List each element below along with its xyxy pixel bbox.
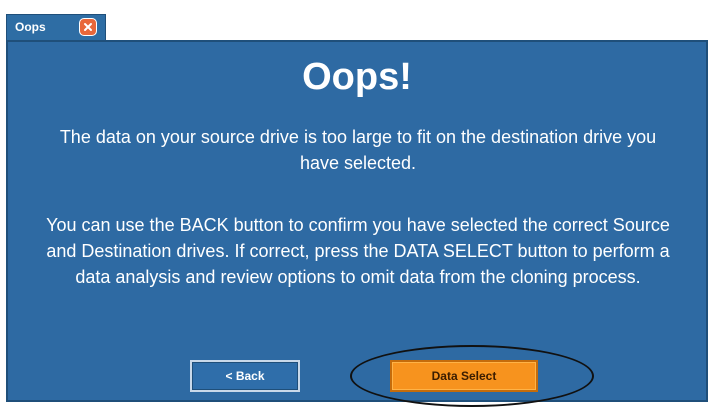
back-button[interactable]: < Back bbox=[190, 360, 300, 392]
data-select-button[interactable]: Data Select bbox=[390, 360, 538, 392]
message-instructions: You can use the BACK button to confirm y… bbox=[46, 215, 670, 287]
tab-title: Oops bbox=[15, 20, 46, 34]
dialog-title: Oops! bbox=[302, 56, 412, 98]
window-tab[interactable]: Oops bbox=[6, 14, 106, 40]
close-icon[interactable] bbox=[79, 18, 97, 36]
message-size-warning: The data on your source drive is too lar… bbox=[59, 127, 657, 173]
oops-window: Oops Oops! The data on your source drive… bbox=[0, 0, 715, 410]
dialog-panel: Oops! The data on your source drive is t… bbox=[6, 40, 708, 407]
